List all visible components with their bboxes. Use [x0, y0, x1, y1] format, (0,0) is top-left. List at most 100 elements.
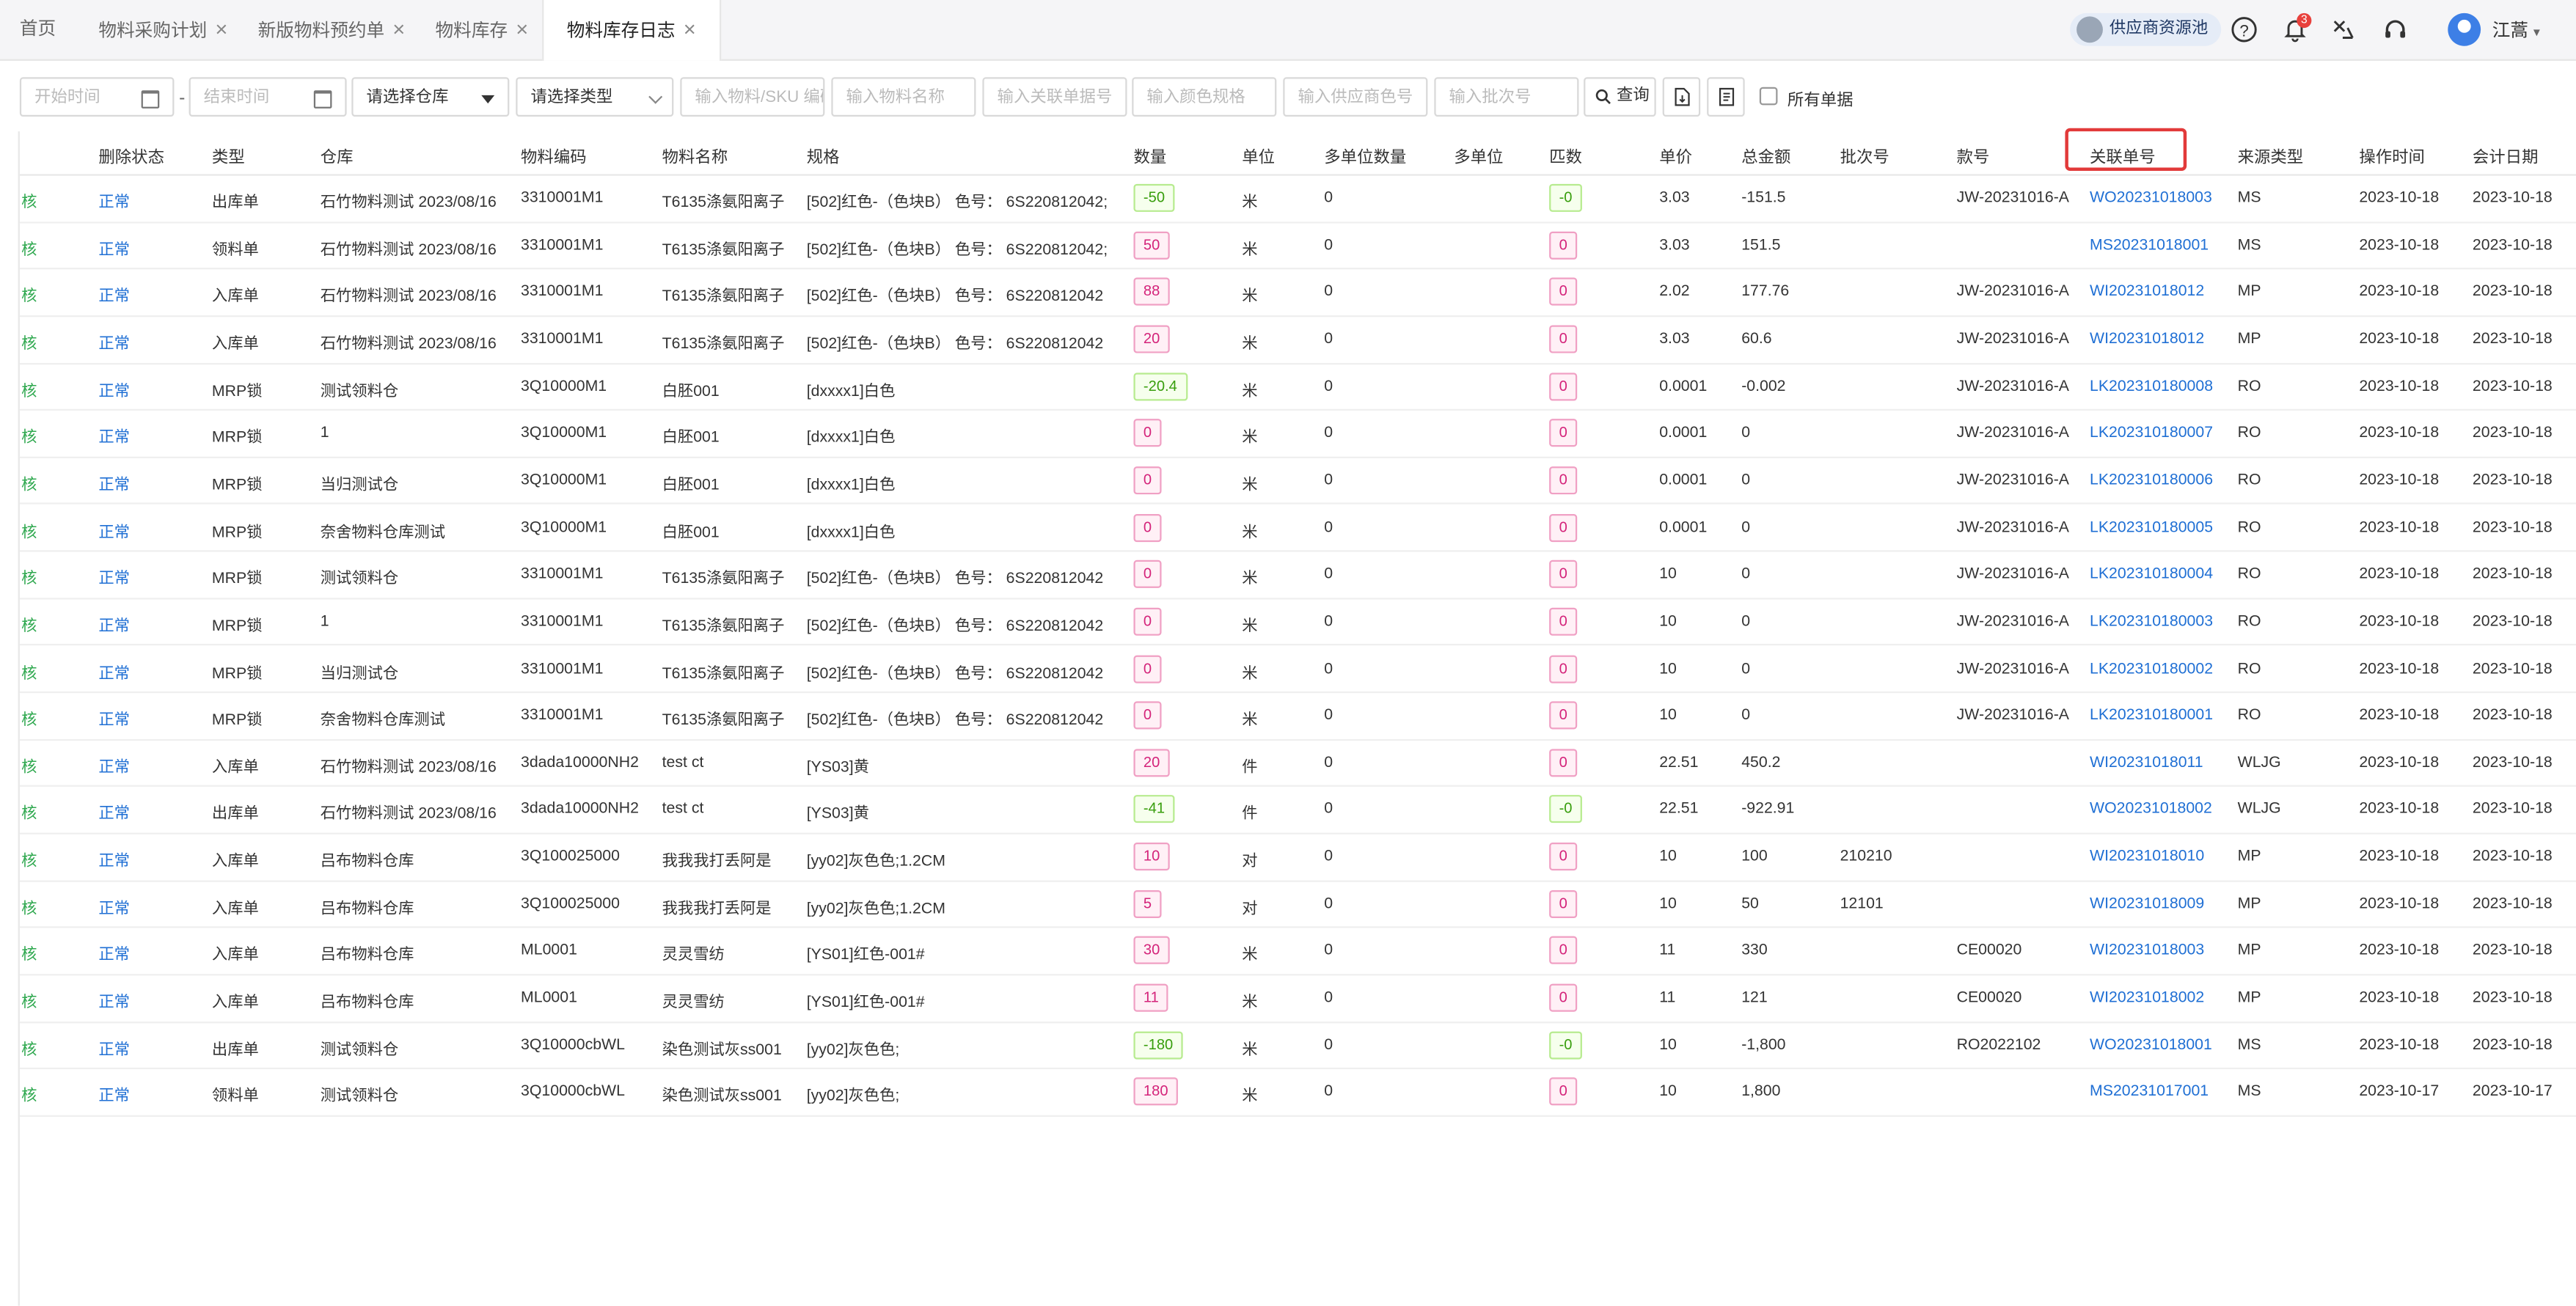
- tool-icon[interactable]: [2330, 16, 2356, 43]
- column-header[interactable]: 多单位数量: [1324, 143, 1406, 168]
- material-name-input[interactable]: 输入物料名称: [831, 77, 976, 117]
- table-row[interactable]: 核 正常 领料单 石竹物料测试 2023/08/16 3310001M1 T6135涤氨阳…: [19, 221, 2576, 270]
- audit-link[interactable]: 核: [21, 612, 37, 636]
- related-doc-link[interactable]: LK202310180008: [2090, 377, 2213, 395]
- related-doc-link[interactable]: LK202310180003: [2090, 612, 2213, 631]
- column-header[interactable]: 款号: [1957, 143, 1990, 168]
- tab-material-stock-log[interactable]: 物料库存日志 ×: [542, 0, 721, 61]
- headset-icon[interactable]: [2382, 16, 2409, 43]
- audit-link[interactable]: 核: [21, 236, 37, 259]
- table-row[interactable]: 核 正常 入库单 吕布物料仓库 3Q100025000 我我我打丢阿是 [yy02]灰色色;…: [19, 880, 2576, 929]
- close-icon[interactable]: ×: [215, 16, 227, 41]
- table-row[interactable]: 核 正常 MRP锁 奈舍物料仓库测试 3310001M1 T6135涤氨阳离子 [502]红…: [19, 691, 2576, 741]
- column-header[interactable]: 删除状态: [98, 143, 164, 168]
- table-row[interactable]: 核 正常 出库单 石竹物料测试 2023/08/16 3dada10000NH2 test…: [19, 786, 2576, 834]
- close-icon[interactable]: ×: [684, 16, 696, 41]
- related-doc-link[interactable]: WI20231018011: [2090, 754, 2203, 772]
- batch-no-input[interactable]: 输入批次号: [1434, 77, 1579, 117]
- username-menu[interactable]: 江蒿 ▾: [2492, 16, 2540, 43]
- column-header[interactable]: 单位: [1242, 143, 1275, 168]
- column-header[interactable]: 物料名称: [662, 143, 728, 168]
- related-doc-link[interactable]: WI20231018003: [2090, 942, 2204, 960]
- related-doc-link[interactable]: LK202310180007: [2090, 424, 2213, 442]
- query-button[interactable]: 查询: [1584, 77, 1656, 117]
- close-icon[interactable]: ×: [516, 16, 528, 41]
- tab-new-material-booking[interactable]: 新版物料预约单 ×: [258, 0, 406, 59]
- related-doc-link[interactable]: WO20231018002: [2090, 801, 2212, 819]
- audit-link[interactable]: 核: [21, 754, 37, 777]
- table-row[interactable]: 核 正常 MRP锁 测试领料仓 3310001M1 T6135涤氨阳离子 [502]红色-（…: [19, 551, 2576, 600]
- table-row[interactable]: 核 正常 出库单 测试领料仓 3Q10000cbWL 染色测试灰ss001 [yy02]灰色…: [19, 1021, 2576, 1070]
- audit-link[interactable]: 核: [21, 330, 37, 353]
- all-docs-checkbox[interactable]: [1759, 87, 1778, 106]
- audit-link[interactable]: 核: [21, 189, 37, 212]
- table-row[interactable]: 核 正常 入库单 石竹物料测试 2023/08/16 3dada10000NH2 test…: [19, 738, 2576, 788]
- related-doc-link[interactable]: WO20231018001: [2090, 1036, 2212, 1054]
- related-doc-link[interactable]: LK202310180001: [2090, 706, 2213, 724]
- related-doc-link[interactable]: WI20231018002: [2090, 988, 2204, 1007]
- table-row[interactable]: 核 正常 MRP锁 奈舍物料仓库测试 3Q10000M1 白胚001 [dxxxx1]白色 0…: [19, 504, 2576, 552]
- audit-link[interactable]: 核: [21, 377, 37, 400]
- audit-link[interactable]: 核: [21, 565, 37, 589]
- table-row[interactable]: 核 正常 MRP锁 1 3310001M1 T6135涤氨阳离子 [502]红色-（色块B）…: [19, 598, 2576, 647]
- column-header[interactable]: 总金额: [1741, 143, 1790, 168]
- export-button[interactable]: [1662, 77, 1701, 117]
- column-header[interactable]: 仓库: [321, 143, 354, 168]
- related-doc-link[interactable]: LK202310180005: [2090, 518, 2213, 537]
- table-row[interactable]: 核 正常 入库单 吕布物料仓库 ML0001 灵灵雪纺 [YS01]红色-001# 11 米 0 0…: [19, 974, 2576, 1023]
- column-header[interactable]: 多单位: [1454, 143, 1503, 168]
- print-button[interactable]: [1707, 77, 1745, 117]
- related-doc-link[interactable]: WI20231018010: [2090, 848, 2204, 866]
- table-row[interactable]: 核 正常 出库单 石竹物料测试 2023/08/16 3310001M1 T6135涤氨阳…: [19, 174, 2576, 223]
- column-header[interactable]: 来源类型: [2238, 143, 2304, 168]
- table-row[interactable]: 核 正常 MRP锁 测试领料仓 3Q10000M1 白胚001 [dxxxx1]白色 -20.…: [19, 362, 2576, 411]
- start-time-picker[interactable]: 开始时间: [19, 77, 175, 117]
- related-doc-input[interactable]: 输入关联单据号: [982, 77, 1127, 117]
- close-icon[interactable]: ×: [392, 16, 405, 41]
- table-row[interactable]: 核 正常 领料单 测试领料仓 3Q10000cbWL 染色测试灰ss001 [yy02]灰色…: [19, 1068, 2576, 1117]
- column-header[interactable]: 规格: [807, 143, 840, 168]
- audit-link[interactable]: 核: [21, 942, 37, 965]
- type-select[interactable]: 请选择类型: [516, 77, 674, 117]
- column-header[interactable]: 数量: [1133, 143, 1166, 168]
- related-doc-link[interactable]: LK202310180006: [2090, 472, 2213, 490]
- audit-link[interactable]: 核: [21, 283, 37, 307]
- table-row[interactable]: 核 正常 入库单 吕布物料仓库 3Q100025000 我我我打丢阿是 [yy02]灰色色;…: [19, 833, 2576, 882]
- column-header[interactable]: 物料编码: [521, 143, 587, 168]
- table-row[interactable]: 核 正常 MRP锁 当归测试仓 3Q10000M1 白胚001 [dxxxx1]白色 0 米 0 0…: [19, 456, 2576, 505]
- audit-link[interactable]: 核: [21, 895, 37, 918]
- column-header[interactable]: 类型: [212, 143, 245, 168]
- audit-link[interactable]: 核: [21, 988, 37, 1012]
- user-avatar-icon[interactable]: [2448, 12, 2481, 46]
- related-doc-link[interactable]: WI20231018012: [2090, 283, 2204, 301]
- supplier-pool-button[interactable]: 供应商资源池: [2070, 12, 2222, 46]
- audit-link[interactable]: 核: [21, 518, 37, 541]
- audit-link[interactable]: 核: [21, 424, 37, 447]
- table-row[interactable]: 核 正常 入库单 石竹物料测试 2023/08/16 3310001M1 T6135涤氨阳…: [19, 268, 2576, 318]
- related-doc-link[interactable]: MS20231018001: [2090, 236, 2209, 254]
- table-row[interactable]: 核 正常 MRP锁 1 3Q10000M1 白胚001 [dxxxx1]白色 0 米 0 0 0.00…: [19, 409, 2576, 458]
- tab-home[interactable]: 首页: [20, 0, 56, 59]
- column-header[interactable]: 操作时间: [2359, 143, 2425, 168]
- table-row[interactable]: 核 正常 入库单 吕布物料仓库 ML0001 灵灵雪纺 [YS01]红色-001# 30 米 0 0…: [19, 927, 2576, 976]
- related-doc-link[interactable]: LK202310180004: [2090, 565, 2213, 584]
- audit-link[interactable]: 核: [21, 1083, 37, 1107]
- related-doc-link[interactable]: MS20231017001: [2090, 1083, 2209, 1101]
- audit-link[interactable]: 核: [21, 801, 37, 823]
- supplier-color-input[interactable]: 输入供应商色号: [1283, 77, 1428, 117]
- audit-link[interactable]: 核: [21, 472, 37, 494]
- warehouse-select[interactable]: 请选择仓库: [351, 77, 510, 117]
- audit-link[interactable]: 核: [21, 848, 37, 871]
- material-sku-input[interactable]: 输入物料/SKU 编码: [680, 77, 825, 117]
- color-spec-input[interactable]: 输入颜色规格: [1132, 77, 1277, 117]
- help-icon[interactable]: ?: [2231, 16, 2258, 43]
- end-time-picker[interactable]: 结束时间: [189, 77, 347, 117]
- tab-material-stock[interactable]: 物料库存 ×: [436, 0, 529, 59]
- table-row[interactable]: 核 正常 MRP锁 当归测试仓 3310001M1 T6135涤氨阳离子 [502]红色-（…: [19, 645, 2576, 694]
- table-row[interactable]: 核 正常 入库单 石竹物料测试 2023/08/16 3310001M1 T6135涤氨阳…: [19, 315, 2576, 364]
- related-doc-link[interactable]: WI20231018009: [2090, 895, 2204, 913]
- audit-link[interactable]: 核: [21, 659, 37, 683]
- related-doc-link[interactable]: LK202310180002: [2090, 659, 2213, 678]
- column-header[interactable]: 批次号: [1840, 143, 1889, 168]
- tab-material-purchase-plan[interactable]: 物料采购计划 ×: [98, 0, 227, 59]
